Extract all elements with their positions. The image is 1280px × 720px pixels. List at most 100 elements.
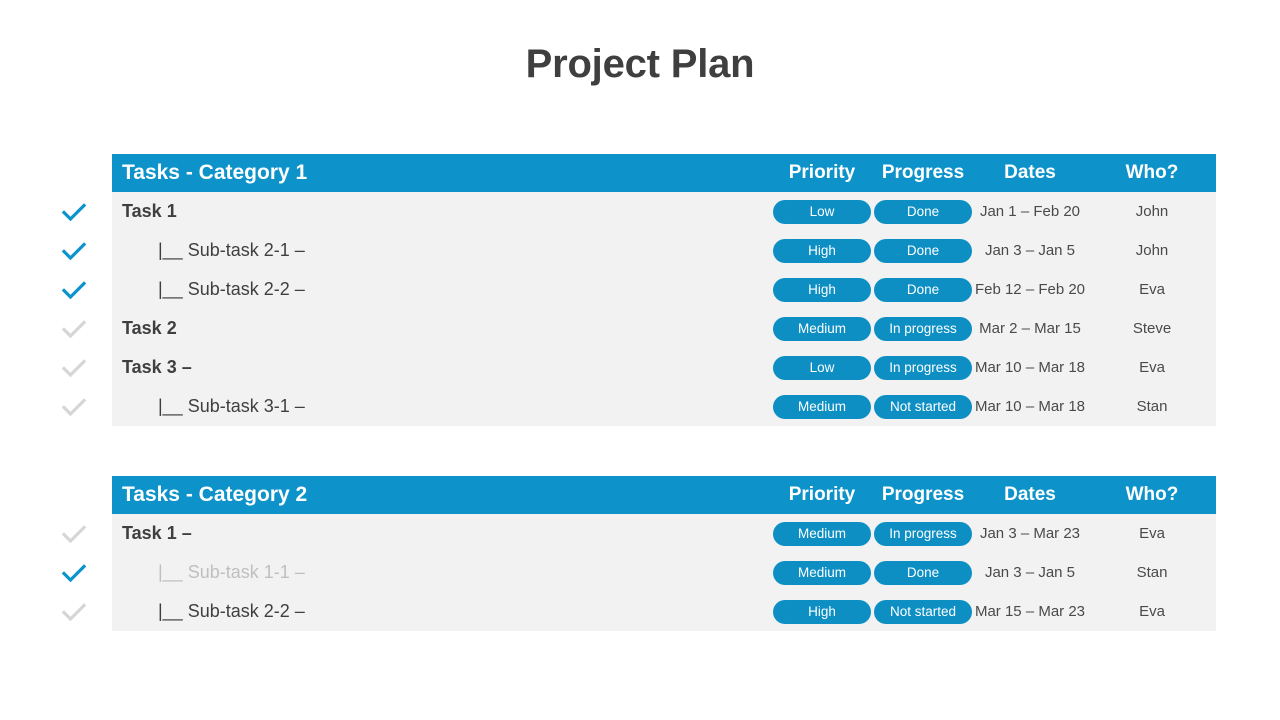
priority-badge-cell: High <box>770 599 874 624</box>
progress-badge-cell: In progress <box>874 316 972 341</box>
assignee-text: Eva <box>1139 281 1165 298</box>
column-header-who: Who? <box>1125 162 1179 183</box>
checkmark-icon-checked[interactable] <box>60 198 88 226</box>
column-header-dates: Dates <box>1004 162 1056 183</box>
dates-text: Feb 12 – Feb 20 <box>974 281 1086 298</box>
checkmark-icon-unchecked[interactable] <box>60 393 88 421</box>
priority-badge[interactable]: Medium <box>773 521 871 546</box>
progress-badge[interactable]: Done <box>874 277 972 302</box>
dates-text: Jan 3 – Jan 5 <box>984 242 1076 259</box>
checkmark-icon-unchecked[interactable] <box>60 520 88 548</box>
priority-badge-cell: High <box>770 277 874 302</box>
dates-text: Mar 10 – Mar 18 <box>974 359 1086 376</box>
priority-badge[interactable]: Low <box>773 355 871 380</box>
table-title: Tasks - Category 2 <box>122 483 308 506</box>
table-row[interactable]: |__ Sub-task 2-2 – High Done Feb 12 – Feb 2… <box>112 270 1216 309</box>
progress-badge[interactable]: Done <box>874 560 972 585</box>
progress-badge[interactable]: In progress <box>874 521 972 546</box>
dates-text-cell: Mar 10 – Mar 18 <box>972 359 1088 376</box>
dates-text: Mar 15 – Mar 23 <box>974 603 1086 620</box>
assignee-text: Eva <box>1139 603 1165 620</box>
progress-badge[interactable]: Done <box>874 199 972 224</box>
assignee-text: Eva <box>1139 359 1165 376</box>
column-header-priority: Priority <box>788 162 856 183</box>
assignee-text: Stan <box>1136 398 1168 415</box>
table-row[interactable]: |__ Sub-task 3-1 – Medium Not started Mar 1… <box>112 387 1216 426</box>
task-name: |__ Sub-task 2-2 – <box>158 279 305 299</box>
priority-badge-cell: Low <box>770 199 874 224</box>
priority-badge[interactable]: Medium <box>773 316 871 341</box>
priority-badge-cell: Medium <box>770 316 874 341</box>
dates-text: Mar 2 – Mar 15 <box>979 320 1081 337</box>
table-row[interactable]: |__ Sub-task 2-2 – High Not started Mar 15 … <box>112 592 1216 631</box>
column-header-progress: Progress <box>881 484 965 505</box>
progress-badge-cell: In progress <box>874 355 972 380</box>
assignee-text-cell: Steve <box>1088 320 1216 337</box>
assignee-text-cell: Eva <box>1088 525 1216 542</box>
assignee-text: John <box>1135 242 1169 259</box>
dates-text-cell: Mar 15 – Mar 23 <box>972 603 1088 620</box>
task-table-1: Tasks - Category 1 Priority Progress Dates W… <box>112 154 1216 426</box>
progress-badge[interactable]: In progress <box>874 316 972 341</box>
table-title: Tasks - Category 1 <box>122 161 308 184</box>
dates-text: Mar 10 – Mar 18 <box>974 398 1086 415</box>
checkmark-icon-checked[interactable] <box>60 237 88 265</box>
assignee-text: Steve <box>1132 320 1172 337</box>
checkmark-icon-unchecked[interactable] <box>60 315 88 343</box>
table-body-2: Task 1 – Medium In progress Jan 3 – Mar 23 E… <box>112 514 1216 631</box>
priority-badge-cell: Medium <box>770 394 874 419</box>
progress-badge-cell: Done <box>874 277 972 302</box>
checkmark-icon-checked[interactable] <box>60 559 88 587</box>
dates-text-cell: Mar 2 – Mar 15 <box>972 320 1088 337</box>
progress-badge[interactable]: Done <box>874 238 972 263</box>
column-header-dates: Dates <box>1004 484 1056 505</box>
assignee-text-cell: Stan <box>1088 398 1216 415</box>
dates-text-cell: Mar 10 – Mar 18 <box>972 398 1088 415</box>
table-row[interactable]: Task 1 – Medium In progress Jan 3 – Mar 23 E… <box>112 514 1216 553</box>
priority-badge[interactable]: Medium <box>773 394 871 419</box>
table-row[interactable]: |__ Sub-task 1-1 – Medium Done Jan 3 – Jan … <box>112 553 1216 592</box>
page-title: Project Plan <box>525 42 755 86</box>
task-name: |__ Sub-task 2-1 – <box>158 240 305 260</box>
table-header-2: Tasks - Category 2 Priority Progress Dates W… <box>112 476 1216 514</box>
priority-badge[interactable]: High <box>773 238 871 263</box>
priority-badge[interactable]: Medium <box>773 560 871 585</box>
progress-badge[interactable]: Not started <box>874 394 972 419</box>
table-row[interactable]: |__ Sub-task 2-1 – High Done Jan 3 – Jan 5 J… <box>112 231 1216 270</box>
table-row[interactable]: Task 3 – Low In progress Mar 10 – Mar 18 Eva <box>112 348 1216 387</box>
priority-badge[interactable]: High <box>773 277 871 302</box>
assignee-text: Stan <box>1136 564 1168 581</box>
task-name: |__ Sub-task 3-1 – <box>158 396 305 416</box>
task-name: Task 1 <box>122 201 177 221</box>
priority-badge[interactable]: High <box>773 599 871 624</box>
progress-badge[interactable]: In progress <box>874 355 972 380</box>
assignee-text-cell: John <box>1088 242 1216 259</box>
checkmark-icon-unchecked[interactable] <box>60 354 88 382</box>
dates-text: Jan 1 – Feb 20 <box>979 203 1081 220</box>
priority-badge-cell: Medium <box>770 560 874 585</box>
task-name: Task 1 – <box>122 523 192 543</box>
task-name: Task 3 – <box>122 357 192 377</box>
column-header-progress: Progress <box>881 162 965 183</box>
column-header-priority: Priority <box>788 484 856 505</box>
dates-text-cell: Feb 12 – Feb 20 <box>972 281 1088 298</box>
priority-badge-cell: High <box>770 238 874 263</box>
assignee-text-cell: Stan <box>1088 564 1216 581</box>
progress-badge-cell: Done <box>874 238 972 263</box>
task-name: Task 2 <box>122 318 177 338</box>
checkmark-icon-unchecked[interactable] <box>60 598 88 626</box>
priority-badge-cell: Medium <box>770 521 874 546</box>
assignee-text-cell: Eva <box>1088 603 1216 620</box>
table-row[interactable]: Task 2 Medium In progress Mar 2 – Mar 15 Ste… <box>112 309 1216 348</box>
dates-text: Jan 3 – Jan 5 <box>984 564 1076 581</box>
task-name: |__ Sub-task 2-2 – <box>158 601 305 621</box>
table-row[interactable]: Task 1 Low Done Jan 1 – Feb 20 John <box>112 192 1216 231</box>
progress-badge-cell: Done <box>874 560 972 585</box>
progress-badge-cell: In progress <box>874 521 972 546</box>
column-header-who: Who? <box>1125 484 1179 505</box>
progress-badge[interactable]: Not started <box>874 599 972 624</box>
priority-badge[interactable]: Low <box>773 199 871 224</box>
table-header-1: Tasks - Category 1 Priority Progress Dates W… <box>112 154 1216 192</box>
assignee-text-cell: John <box>1088 203 1216 220</box>
checkmark-icon-checked[interactable] <box>60 276 88 304</box>
